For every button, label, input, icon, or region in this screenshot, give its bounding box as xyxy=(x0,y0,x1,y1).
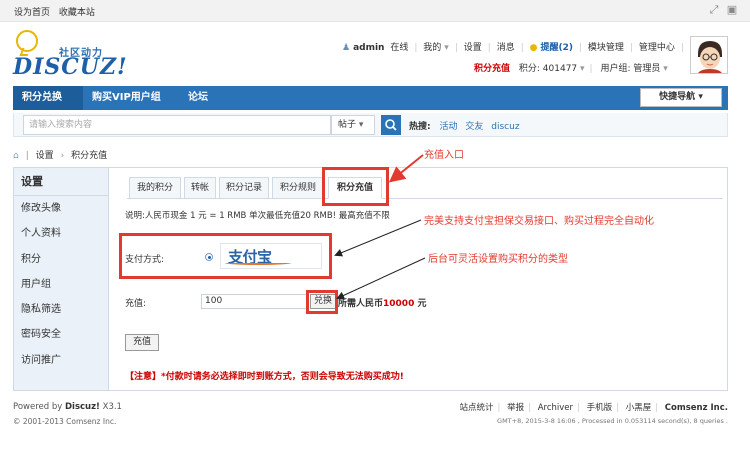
footer-link-blackroom[interactable]: 小黑屋 xyxy=(626,403,652,413)
powered-by: Powered by Discuz! X3.1 xyxy=(13,402,122,412)
footer-links: 站点统计 | 举报 | Archiver | 手机版 | 小黑屋 | Comsenz In… xyxy=(459,403,728,413)
footer-company-link[interactable]: Comsenz Inc. xyxy=(665,403,728,413)
powered-prefix: Powered by xyxy=(13,402,65,412)
discuz-link[interactable]: Discuz! xyxy=(65,402,100,412)
footer-link-stats[interactable]: 站点统计 xyxy=(460,403,494,413)
footer-link-mobile[interactable]: 手机版 xyxy=(587,403,613,413)
debug-info: GMT+8, 2015-3-8 16:06 , Processed in 0.0… xyxy=(497,417,728,425)
powered-version: X3.1 xyxy=(102,402,122,412)
annotation-arrows xyxy=(334,154,426,300)
footer-link-archiver[interactable]: Archiver xyxy=(538,403,573,413)
copyright: © 2001-2013 Comsenz Inc. xyxy=(13,417,117,426)
footer-link-report[interactable]: 举报 xyxy=(507,403,524,413)
